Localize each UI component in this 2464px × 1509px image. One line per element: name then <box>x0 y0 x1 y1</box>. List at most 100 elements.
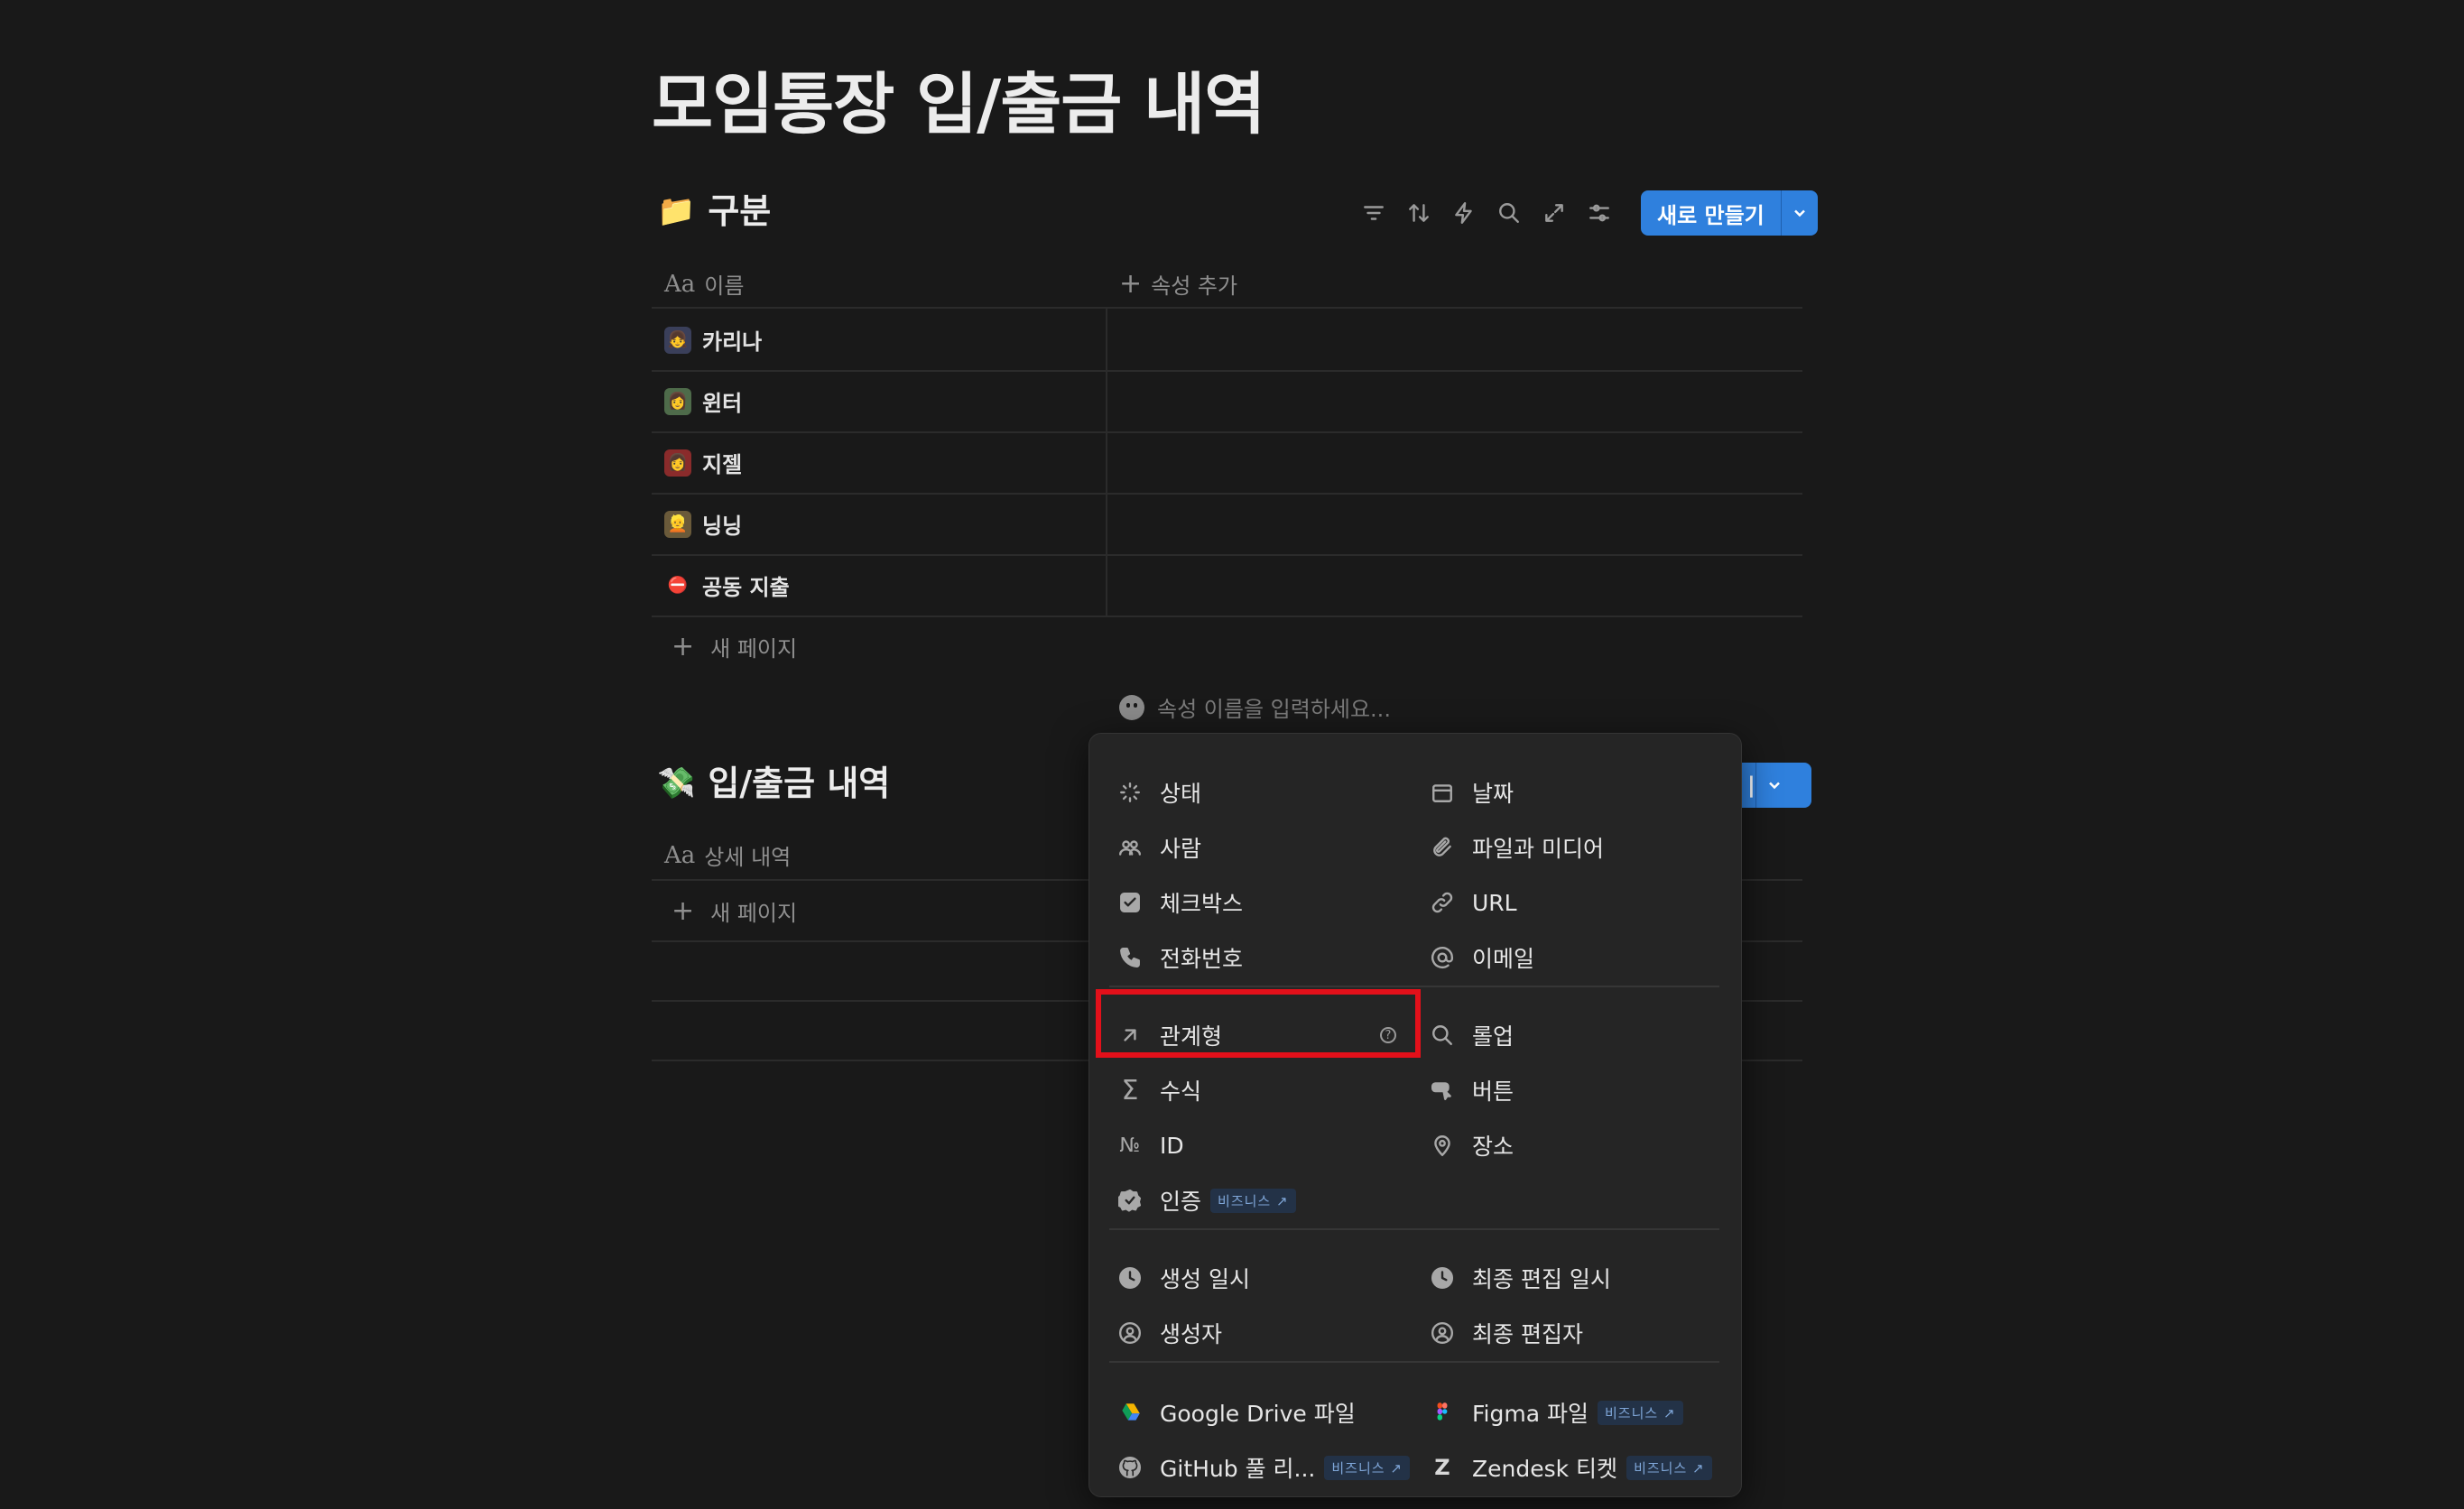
new-button-dropdown[interactable] <box>1780 190 1818 236</box>
sigma-icon: Σ <box>1121 1074 1139 1106</box>
user-circle-icon <box>1429 1319 1456 1347</box>
emoji-icon[interactable] <box>1119 694 1144 720</box>
row-title: 지젤 <box>702 452 743 477</box>
db1-title[interactable]: 📁 구분 <box>657 194 771 228</box>
new-page-button[interactable]: + 새 페이지 <box>672 631 797 662</box>
chevron-down-icon <box>1768 782 1780 790</box>
add-property-label: 속성 추가 <box>1151 273 1238 299</box>
avatar: 👱 <box>664 510 691 538</box>
db2-new-page-button[interactable]: + 새 페이지 <box>672 895 797 927</box>
checkbox-icon <box>1116 889 1144 916</box>
map-pin-icon <box>1429 1132 1456 1159</box>
clock-icon <box>1429 1264 1456 1291</box>
menu-item-status[interactable]: 상태 <box>1116 770 1201 815</box>
money-icon: 💸 <box>657 765 696 801</box>
highlight-box <box>1096 989 1421 1058</box>
plus-icon: + <box>672 630 695 662</box>
avatar: 👩 <box>664 449 691 477</box>
menu-item-rollup[interactable]: 롤업 <box>1429 1013 1514 1058</box>
page-title[interactable]: 모임통장 입/출금 내역 <box>652 65 1265 145</box>
text-type-icon: Aa <box>664 841 696 869</box>
plus-icon: + <box>672 894 695 927</box>
new-button-label[interactable]: 새로 만들기 <box>1641 190 1781 236</box>
menu-item-edited-by[interactable]: 최종 편집자 <box>1429 1310 1583 1356</box>
table-row[interactable]: 👱 닝닝 <box>664 508 742 540</box>
menu-item-figma[interactable]: Figma 파일 비즈니스 ↗ <box>1429 1390 1683 1435</box>
menu-item-github[interactable]: GitHub 풀 리... 비즈니스 ↗ <box>1116 1445 1410 1490</box>
property-type-menu: 상태 날짜 사람 파일과 미디어 체크박스 URL 전화번호 이메일 관계형 ?… <box>1088 733 1742 1497</box>
business-badge: 비즈니스 ↗ <box>1210 1188 1296 1213</box>
sort-icon[interactable] <box>1406 200 1431 226</box>
menu-item-verify[interactable]: 인증 비즈니스 ↗ <box>1116 1178 1296 1223</box>
at-icon <box>1429 944 1456 971</box>
column-header-name-label: 이름 <box>704 273 745 299</box>
menu-item-created-time[interactable]: 생성 일시 <box>1116 1255 1250 1301</box>
menu-item-url[interactable]: URL <box>1429 880 1517 925</box>
link-icon <box>1429 889 1456 916</box>
menu-item-formula[interactable]: Σ 수식 <box>1116 1068 1202 1113</box>
folder-icon: 📁 <box>657 193 696 229</box>
property-name-input[interactable]: 속성 이름을 입력하세요... <box>1119 691 1391 723</box>
cursor-click-icon <box>1429 1077 1456 1104</box>
figma-icon <box>1429 1399 1456 1426</box>
business-badge: 비즈니스 ↗ <box>1626 1455 1712 1480</box>
db2-column-header-name[interactable]: Aa 상세 내역 <box>664 839 791 871</box>
zendesk-icon: Z <box>1434 1455 1450 1480</box>
avatar: 👧 <box>664 326 691 354</box>
chevron-down-icon <box>1793 209 1805 218</box>
db2-column-header-label: 상세 내역 <box>704 845 792 870</box>
db2-title-text: 입/출금 내역 <box>708 764 891 803</box>
menu-item-person[interactable]: 사람 <box>1116 825 1201 870</box>
row-title: 닝닝 <box>702 514 743 539</box>
table-row[interactable]: 👧 카리나 <box>664 324 762 356</box>
menu-item-checkbox[interactable]: 체크박스 <box>1116 880 1243 925</box>
no-entry-icon: ⛔ <box>667 576 689 595</box>
status-icon <box>1116 779 1144 806</box>
expand-icon[interactable] <box>1542 200 1567 226</box>
menu-item-date[interactable]: 날짜 <box>1429 770 1514 815</box>
db1-toolbar: 새로 만들기 <box>1361 190 1818 236</box>
menu-item-id[interactable]: № ID <box>1116 1123 1184 1168</box>
phone-icon <box>1116 944 1144 971</box>
business-badge: 비즈니스 ↗ <box>1598 1400 1683 1425</box>
filter-icon[interactable] <box>1361 200 1386 226</box>
db1-title-text: 구분 <box>708 191 772 231</box>
text-type-icon: Aa <box>664 270 696 298</box>
business-badge: 비즈니스 ↗ <box>1324 1455 1410 1480</box>
avatar: 👩 <box>664 387 691 415</box>
menu-item-button[interactable]: 버튼 <box>1429 1068 1514 1113</box>
new-button[interactable]: 새로 만들기 <box>1641 190 1818 236</box>
user-circle-icon <box>1116 1319 1144 1347</box>
column-header-name[interactable]: Aa 이름 <box>664 268 744 300</box>
settings-sliders-icon[interactable] <box>1587 200 1612 226</box>
db2-title[interactable]: 💸 입/출금 내역 <box>657 766 890 801</box>
db2-new-button-dropdown[interactable] <box>1755 763 1792 808</box>
calendar-icon <box>1429 779 1456 806</box>
menu-item-edited-time[interactable]: 최종 편집 일시 <box>1429 1255 1611 1301</box>
table-row[interactable]: 👩 윈터 <box>664 385 742 417</box>
table-row[interactable]: ⛔ 공동 지출 <box>664 569 790 601</box>
menu-item-files[interactable]: 파일과 미디어 <box>1429 825 1604 870</box>
add-property-button[interactable]: + 속성 추가 <box>1119 268 1237 300</box>
lightning-icon[interactable] <box>1451 200 1477 226</box>
people-icon <box>1116 834 1144 861</box>
menu-item-email[interactable]: 이메일 <box>1429 935 1534 980</box>
search-icon <box>1429 1022 1456 1049</box>
menu-item-gdrive[interactable]: Google Drive 파일 <box>1116 1390 1356 1435</box>
paperclip-icon <box>1429 834 1456 861</box>
clock-icon <box>1116 1264 1144 1291</box>
menu-item-created-by[interactable]: 생성자 <box>1116 1310 1222 1356</box>
property-name-placeholder: 속성 이름을 입력하세요... <box>1157 697 1391 722</box>
verified-badge-icon <box>1116 1187 1144 1214</box>
menu-item-phone[interactable]: 전화번호 <box>1116 935 1243 980</box>
table-row[interactable]: 👩 지젤 <box>664 447 742 478</box>
menu-item-zendesk[interactable]: Z Zendesk 티켓 비즈니스 ↗ <box>1429 1445 1712 1490</box>
row-title: 공동 지출 <box>702 575 790 600</box>
new-page-label: 새 페이지 <box>710 636 798 662</box>
search-icon[interactable] <box>1496 200 1522 226</box>
plus-icon: + <box>1119 267 1143 300</box>
github-icon <box>1116 1454 1144 1481</box>
menu-item-place[interactable]: 장소 <box>1429 1123 1514 1168</box>
row-title: 카리나 <box>702 329 763 355</box>
db2-new-page-label: 새 페이지 <box>710 901 798 926</box>
